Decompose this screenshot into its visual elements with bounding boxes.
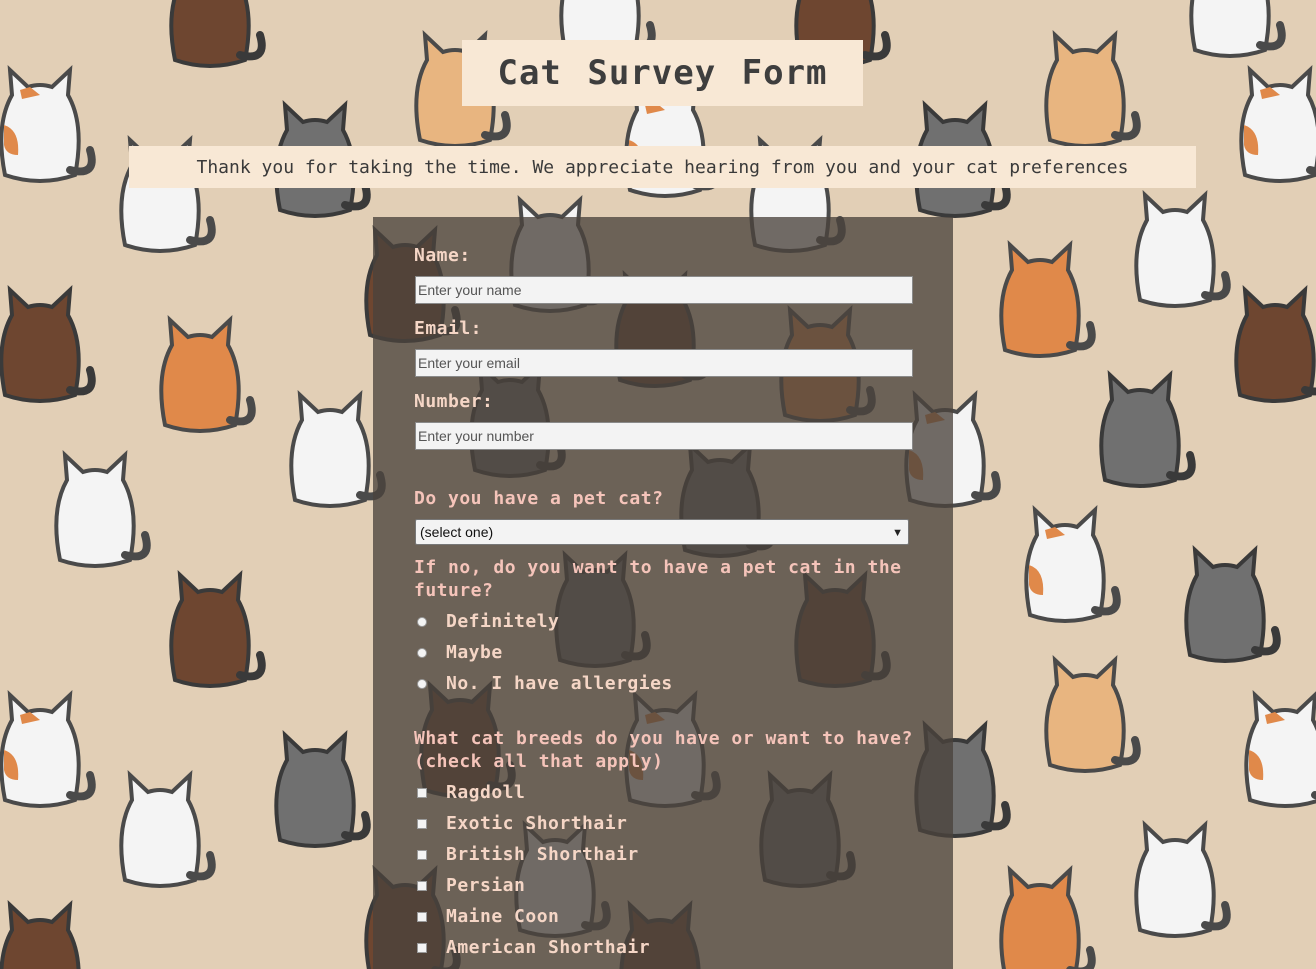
page-description: Thank you for taking the time. We apprec… — [196, 156, 1129, 178]
pet-select-value: (select one) — [420, 524, 494, 540]
checkbox[interactable] — [417, 881, 427, 891]
checkbox[interactable] — [417, 819, 427, 829]
radio-button[interactable] — [417, 679, 427, 689]
pet-question: Do you have a pet cat? — [414, 488, 664, 509]
future-question: If no, do you want to have a pet cat in … — [414, 557, 902, 601]
future-option-label: No. I have allergies — [446, 673, 673, 694]
survey-form: Name: Enter your name Email: Enter your … — [373, 217, 953, 969]
checkbox[interactable] — [417, 912, 427, 922]
radio-button[interactable] — [417, 648, 427, 658]
breeds-question: What cat breeds do you have or want to h… — [414, 728, 913, 772]
breed-option-label: Persian — [446, 875, 526, 896]
breed-option-label: British Shorthair — [446, 844, 639, 865]
breed-option-label: Maine Coon — [446, 906, 560, 927]
page-title: Cat Survey Form — [497, 53, 828, 93]
breed-option-label: American Shorthair — [446, 937, 651, 958]
chevron-down-icon: ▼ — [892, 527, 903, 539]
title-banner: Cat Survey Form — [462, 40, 863, 106]
checkbox[interactable] — [417, 788, 427, 798]
name-input[interactable]: Enter your name — [415, 276, 913, 304]
number-label: Number: — [414, 391, 494, 412]
breed-option-label: Exotic Shorthair — [446, 813, 628, 834]
checkbox[interactable] — [417, 850, 427, 860]
number-input[interactable]: Enter your number — [415, 422, 913, 450]
email-input[interactable]: Enter your email — [415, 349, 913, 377]
breed-option-label: Ragdoll — [446, 782, 526, 803]
future-option-label: Maybe — [446, 642, 503, 663]
future-option-label: Definitely — [446, 611, 560, 632]
checkbox[interactable] — [417, 943, 427, 953]
pet-select[interactable]: (select one) ▼ — [415, 519, 909, 545]
name-label: Name: — [414, 245, 471, 266]
email-label: Email: — [414, 318, 483, 339]
radio-button[interactable] — [417, 617, 427, 627]
description-banner: Thank you for taking the time. We apprec… — [129, 146, 1196, 188]
